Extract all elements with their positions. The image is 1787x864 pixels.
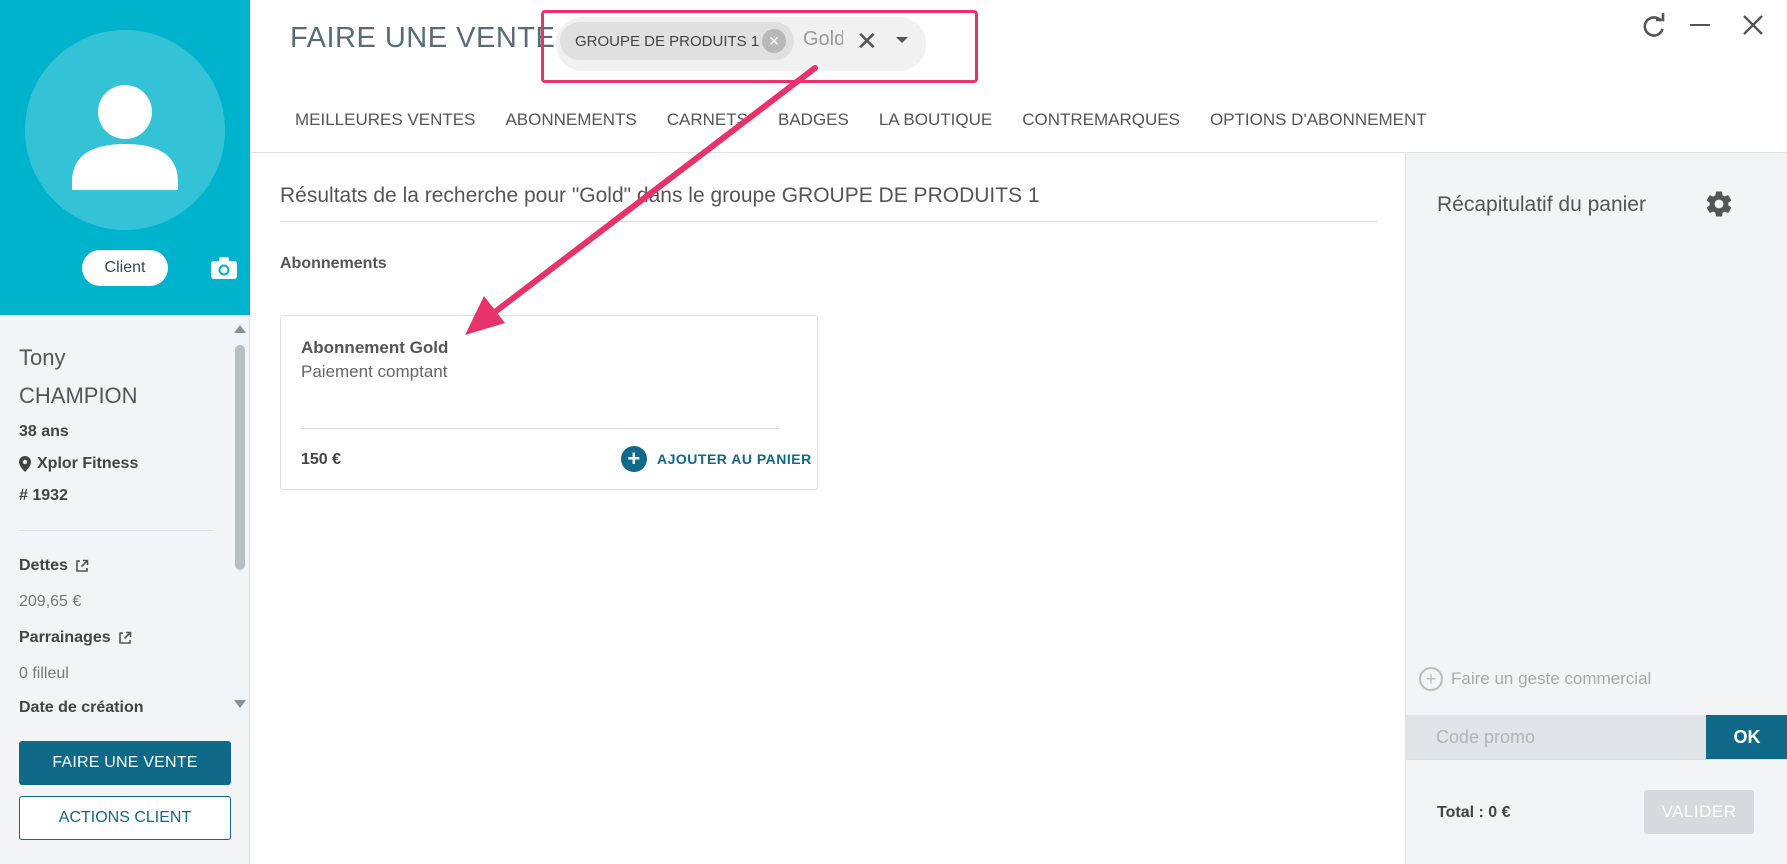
validate-button[interactable]: VALIDER xyxy=(1644,790,1754,834)
results-title: Résultats de la recherche pour "Gold" da… xyxy=(280,184,1040,207)
minimize-icon[interactable] xyxy=(1690,24,1710,26)
camera-icon[interactable] xyxy=(210,256,238,280)
app-window: Client Tony CHAMPION 38 ans Xplor Fitnes… xyxy=(0,0,1787,864)
tab-carnets[interactable]: CARNETS xyxy=(667,110,748,130)
created-label: Date de création xyxy=(19,699,144,716)
debts-label: Dettes xyxy=(19,557,68,574)
user-avatar-icon xyxy=(72,85,178,190)
commercial-gesture-label: Faire un geste commercial xyxy=(1451,669,1652,688)
client-member-id: # 1932 xyxy=(19,487,68,504)
plus-circle-icon: + xyxy=(621,446,647,472)
avatar xyxy=(25,30,225,230)
referrals-label: Parrainages xyxy=(19,629,111,646)
cart-total: Total : 0 € xyxy=(1437,804,1511,821)
divider xyxy=(301,428,779,429)
tab-abonnements[interactable]: ABONNEMENTS xyxy=(505,110,636,130)
client-club: Xplor Fitness xyxy=(19,455,138,473)
add-to-cart-button[interactable]: + AJOUTER AU PANIER xyxy=(621,446,812,472)
gear-icon[interactable] xyxy=(1704,189,1734,219)
divider xyxy=(280,221,1377,222)
tab-badges[interactable]: BADGES xyxy=(778,110,849,130)
divider xyxy=(1406,759,1787,760)
client-header: Client xyxy=(0,0,250,315)
annotation-highlight-box xyxy=(541,10,978,83)
referrals-link[interactable]: Parrainages xyxy=(19,629,132,647)
tab-meilleures-ventes[interactable]: MEILLEURES VENTES xyxy=(295,110,475,130)
promo-code-input[interactable] xyxy=(1406,715,1706,759)
plus-circle-icon: + xyxy=(1419,667,1443,691)
client-last-name: CHAMPION xyxy=(19,383,138,408)
cart-title: Récapitulatif du panier xyxy=(1437,193,1646,216)
close-icon[interactable] xyxy=(1742,14,1764,36)
commercial-gesture-button[interactable]: + Faire un geste commercial xyxy=(1419,667,1651,691)
scroll-up-arrow[interactable] xyxy=(234,325,246,333)
referrals-value: 0 filleul xyxy=(19,665,69,682)
product-tabs: MEILLEURES VENTES ABONNEMENTS CARNETS BA… xyxy=(295,110,1457,130)
external-link-icon xyxy=(118,631,131,644)
scrollbar-thumb[interactable] xyxy=(235,345,245,570)
client-age: 38 ans xyxy=(19,423,69,440)
client-first-name: Tony xyxy=(19,345,66,370)
promo-ok-button[interactable]: OK xyxy=(1706,715,1787,759)
client-actions-button[interactable]: ACTIONS CLIENT xyxy=(19,796,231,840)
product-title: Abonnement Gold xyxy=(301,338,449,357)
tab-options-abonnement[interactable]: OPTIONS D'ABONNEMENT xyxy=(1210,110,1427,130)
scroll-down-arrow[interactable] xyxy=(234,700,246,708)
cart-panel: Récapitulatif du panier + Faire un geste… xyxy=(1405,153,1787,864)
product-card: Abonnement Gold Paiement comptant 150 € … xyxy=(280,315,818,490)
add-to-cart-label: AJOUTER AU PANIER xyxy=(657,451,812,467)
page-title: FAIRE UNE VENTE xyxy=(290,22,556,54)
tab-contremarques[interactable]: CONTREMARQUES xyxy=(1022,110,1180,130)
product-subtitle: Paiement comptant xyxy=(301,362,448,381)
divider xyxy=(19,530,213,531)
results-section-label: Abonnements xyxy=(280,255,387,272)
client-sidebar: Client Tony CHAMPION 38 ans Xplor Fitnes… xyxy=(0,0,250,864)
tab-la-boutique[interactable]: LA BOUTIQUE xyxy=(879,110,992,130)
debts-link[interactable]: Dettes xyxy=(19,557,89,575)
refresh-icon[interactable] xyxy=(1640,12,1668,40)
make-sale-button[interactable]: FAIRE UNE VENTE xyxy=(19,741,231,785)
product-price: 150 € xyxy=(301,451,342,468)
client-badge: Client xyxy=(82,250,168,286)
location-pin-icon xyxy=(19,456,31,472)
external-link-icon xyxy=(76,559,89,572)
debts-value: 209,65 € xyxy=(19,593,82,610)
client-info: Tony CHAMPION 38 ans Xplor Fitness # 193… xyxy=(0,315,235,716)
client-club-name: Xplor Fitness xyxy=(37,455,139,472)
